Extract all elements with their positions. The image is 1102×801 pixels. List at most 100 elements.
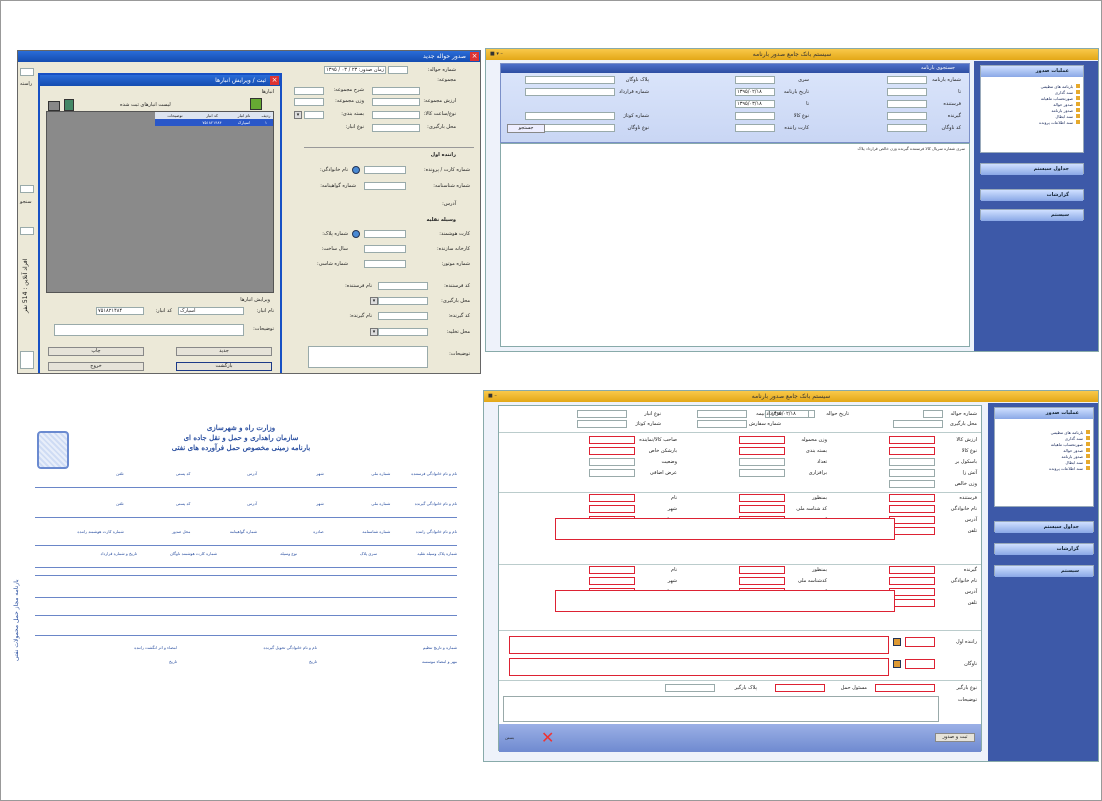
value-field[interactable] [372,98,420,106]
w2-reports-panel[interactable]: گزارشات [980,189,1084,201]
receiver-address-box[interactable] [555,590,895,612]
search-field-9[interactable] [735,112,775,120]
goods-field-2[interactable] [589,436,635,444]
exit-button[interactable]: خروج [48,362,144,371]
left-field-3[interactable] [20,227,34,235]
w3-reports-panel[interactable]: گزارشات [994,543,1094,555]
warehouse-name-field[interactable]: اسپارک [178,307,244,315]
group-desc-field[interactable] [294,87,324,95]
w2-sidebar-item-5[interactable]: سند ابطال [1055,114,1073,119]
w3-sidebar-item-6[interactable]: سند اطلاعات پرونده [1049,466,1083,471]
search-field-5[interactable] [525,76,615,84]
w2-sidebar-item-6[interactable]: سند اطلاعات پرونده [1039,120,1073,125]
remit-no-field[interactable] [388,66,408,74]
receiver-field-4[interactable] [739,577,785,585]
search-field-2[interactable] [735,76,775,84]
w3-sidebar-item-5[interactable]: سند ابطال [1065,460,1083,465]
driver-id-field[interactable] [364,182,406,190]
goods-field-10[interactable] [739,469,785,477]
goods-field-9[interactable] [889,469,935,477]
driver-code-field-0[interactable] [905,637,935,647]
sender-field-1[interactable] [739,494,785,502]
remit-date-field[interactable]: زمان صدور: ۲۳ / ۰۳ / ۱۳۹۵ [324,66,386,74]
bottom-field-1[interactable] [775,684,825,692]
issue-top-field-4[interactable] [577,410,627,418]
search-field-11[interactable] [887,124,927,132]
sender-field-0[interactable] [889,494,935,502]
search-field-0[interactable] [887,76,927,84]
window-controls[interactable]: ■ ▾ – [490,51,514,58]
goods-field-8[interactable] [589,458,635,466]
warehouse-desc-field[interactable] [54,324,244,336]
unload-place-dropdown[interactable]: ▾ [370,328,378,336]
left-field-1[interactable] [20,68,34,76]
goods-field-4[interactable] [739,447,785,455]
issue-top-field-3[interactable] [697,410,747,418]
w3-ops-title[interactable]: عملیات صدور [995,408,1093,419]
weight-field[interactable] [294,98,324,106]
w3-sidebar-item-0[interactable]: بارنامه های تنظیمی [1051,430,1083,435]
cancel-icon[interactable]: ✕ [541,730,554,746]
receiver-field-1[interactable] [739,566,785,574]
goods-field-1[interactable] [739,436,785,444]
add-icon[interactable] [250,98,262,110]
driver-search-icon-0[interactable] [893,638,901,646]
search-field-10[interactable] [525,112,615,120]
issue-top-field-7[interactable] [577,420,627,428]
notes-field[interactable] [308,346,428,368]
load-place-field[interactable] [378,297,428,305]
search-field-8[interactable] [887,112,927,120]
search-field-4[interactable]: ۱۳۹۵/۰۳/۱۸ [735,100,775,108]
dialog-close-icon[interactable]: × [270,76,279,85]
w2-sidebar-item-2[interactable]: صورتحساب ماهیانه [1041,96,1073,101]
w3-sidebar-item-2[interactable]: صورتحساب ماهیانه [1051,442,1083,447]
w3-system-panel[interactable]: سیستم [994,565,1094,577]
issue-top-field-0[interactable] [923,410,943,418]
sender-field-3[interactable] [889,505,935,513]
print-button[interactable]: چاپ [48,347,144,356]
issue-top-field-6[interactable] [697,420,747,428]
w3-tables-panel[interactable]: جداول سیستم [994,521,1094,533]
sender-field-6[interactable] [889,516,935,524]
receiver-field-5[interactable] [589,577,635,585]
driver-detail-box-0[interactable] [509,636,889,654]
notes-area[interactable] [503,696,939,722]
receiver-field-3[interactable] [889,577,935,585]
sender-field-9[interactable] [889,527,935,535]
left-field-4[interactable] [20,351,34,369]
w3-sidebar-item-3[interactable]: صدور حواله [1063,448,1083,453]
search-field-6[interactable] [887,100,927,108]
search-field-12[interactable] [735,124,775,132]
search-field-3[interactable]: ۱۳۹۵/۰۲/۱۸ [735,88,775,96]
close-icon[interactable]: × [470,52,479,61]
receiver-field-2[interactable] [589,566,635,574]
goods-field-6[interactable] [889,458,935,466]
left-field-2[interactable] [20,185,34,193]
pkg-field[interactable] [372,111,420,119]
receiver-field-0[interactable] [889,566,935,574]
sender-field-4[interactable] [739,505,785,513]
driver-card-field[interactable] [364,166,406,174]
w2-sidebar-item-1[interactable]: سند گذاری [1055,90,1073,95]
search-field-1[interactable] [887,88,927,96]
motor-field[interactable] [364,260,406,268]
bottom-field-2[interactable] [665,684,715,692]
driver-code-field-1[interactable] [905,659,935,669]
unload-place-field[interactable] [378,328,428,336]
driver-detail-box-1[interactable] [509,658,889,676]
w2-sidebar-item-0[interactable]: بارنامه های تنظیمی [1041,84,1073,89]
grid-row[interactable]: ۱ اسپارک ۷۵۱۸۲۱۴۸۴ [155,119,273,126]
w2-sidebar-item-3[interactable]: صدور حواله [1053,102,1073,107]
search-field-7[interactable] [525,88,615,96]
pkgtype-field[interactable] [304,111,324,119]
search-icon[interactable] [352,166,360,174]
warehouse-code-field[interactable]: ۷۵۱۸۲۱۴۸۴ [96,307,144,315]
new-button[interactable]: جدید [176,347,272,356]
w2-sidebar-item-4[interactable]: صدور بارنامه [1051,108,1073,113]
w3-sidebar-item-1[interactable]: سند گذاری [1065,436,1083,441]
w2-system-panel[interactable]: سیستم [980,209,1084,221]
driver-search-icon-1[interactable] [893,660,901,668]
issue-top-field-5[interactable] [893,420,943,428]
goods-field-0[interactable] [889,436,935,444]
recv-code-field[interactable] [378,312,428,320]
